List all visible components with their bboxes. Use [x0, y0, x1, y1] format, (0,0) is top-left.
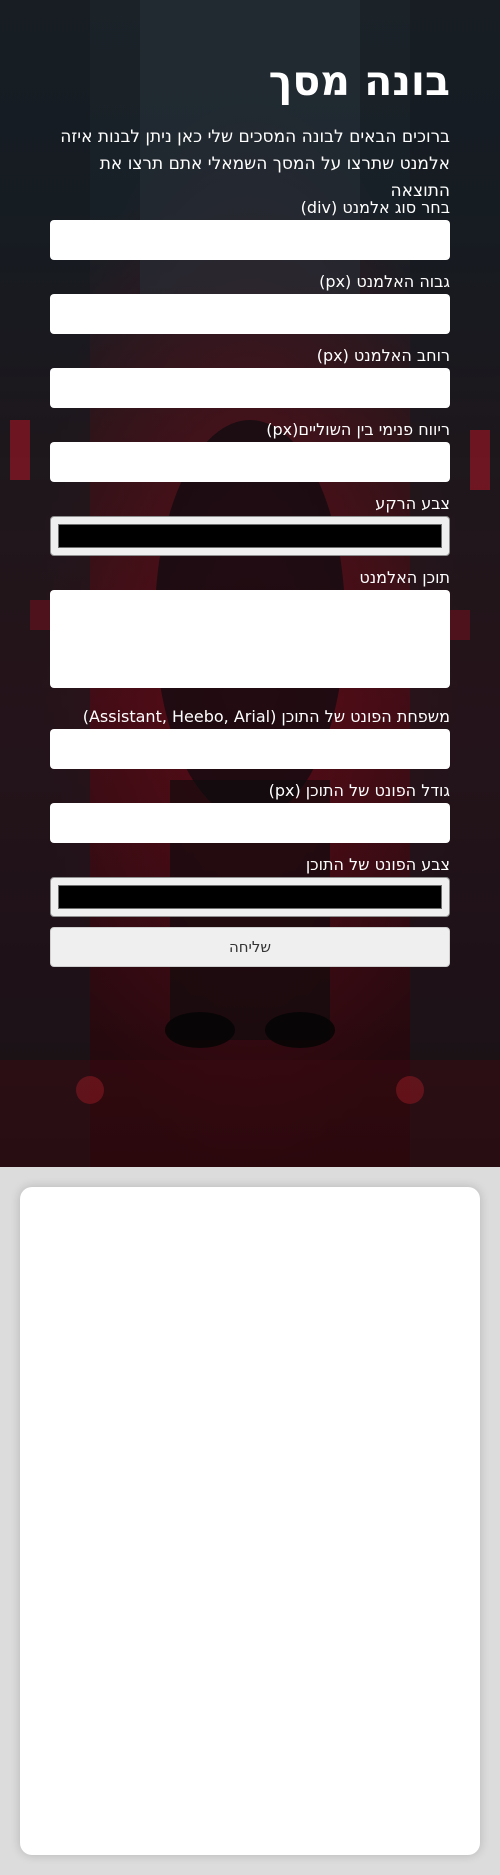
font-family-label: משפחת הפונט של התוכן (Assistant, Heebo, … [82, 707, 450, 726]
preview-panel [20, 1187, 480, 1855]
element-width-label: רוחב האלמנט (px) [316, 346, 450, 365]
element-type-input[interactable] [50, 220, 450, 260]
font-family-input[interactable] [50, 729, 450, 769]
background-color-swatch [58, 524, 442, 548]
element-height-input[interactable] [50, 294, 450, 334]
hero-section: בונה מסך ברוכים הבאים לבונה המסכים שלי כ… [0, 0, 500, 1167]
element-height-label: גבוה האלמנט (px) [319, 272, 450, 291]
background-color-picker[interactable] [50, 516, 450, 556]
submit-button[interactable]: שליחה [50, 927, 450, 967]
background-color-label: צבע הרקע [375, 494, 450, 513]
font-size-input[interactable] [50, 803, 450, 843]
content-label: תוכן האלמנט [359, 568, 450, 587]
element-width-input[interactable] [50, 368, 450, 408]
font-color-swatch [58, 885, 442, 909]
padding-label: ריווח פנימי בין השוליים(px) [266, 420, 450, 439]
intro-text: ברוכים הבאים לבונה המסכים שלי כאן ניתן ל… [60, 127, 450, 201]
content-textarea[interactable] [50, 590, 450, 688]
padding-input[interactable] [50, 442, 450, 482]
element-type-label: בחר סוג אלמנט (div) [300, 198, 450, 217]
font-size-label: גודל הפונט של התוכן (px) [268, 781, 450, 800]
page-title: בונה מסך [268, 57, 450, 105]
font-color-label: צבע הפונט של התוכן [305, 855, 450, 874]
font-color-picker[interactable] [50, 877, 450, 917]
